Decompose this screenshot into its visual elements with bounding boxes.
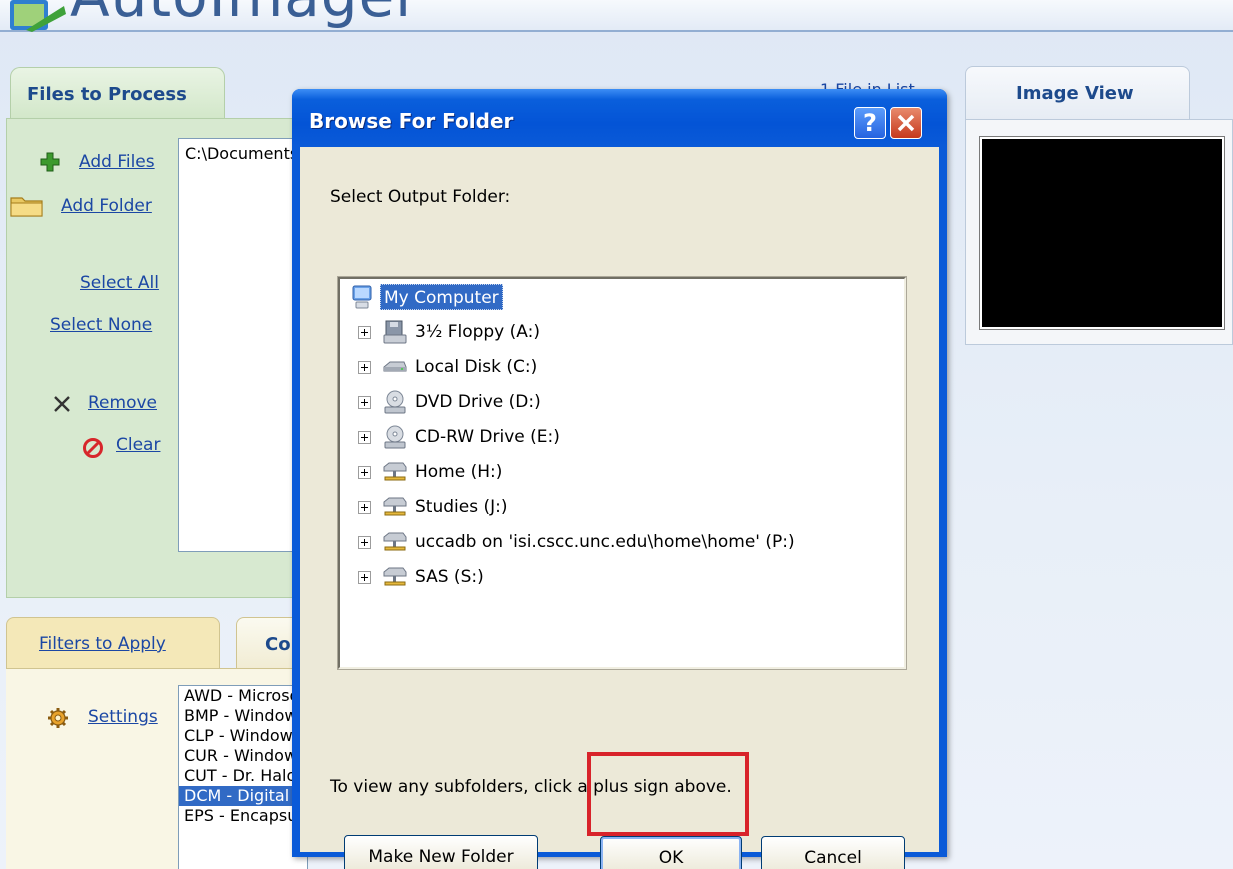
folder-tree[interactable]: My Computer 3½ Floppy (A:) Local Disk (C… [337,276,907,670]
dialog-title: Browse For Folder [309,109,514,133]
tree-item-label: Studies (J:) [415,497,508,517]
ok-button[interactable]: OK [600,836,742,869]
gear-icon [48,708,68,728]
add-folder-link[interactable]: Add Folder [61,196,152,216]
tab-image-view[interactable]: Image View [965,66,1190,120]
add-icon [40,152,60,172]
tab-image-view-label: Image View [1016,83,1134,104]
floppy-icon [383,320,407,344]
expand-plus-icon[interactable] [358,431,371,444]
app-header: AutoImager [0,0,1233,32]
expand-plus-icon[interactable] [358,571,371,584]
settings-link[interactable]: Settings [88,707,158,727]
clear-link[interactable]: Clear [116,435,160,455]
output-folder-prompt: Select Output Folder: [330,187,511,207]
expand-plus-icon[interactable] [358,326,371,339]
tree-item-label: SAS (S:) [415,567,484,587]
tab-filters-to-apply[interactable]: Filters to Apply [6,617,220,669]
network-drive-icon [383,532,407,551]
tree-item-uccadb[interactable]: uccadb on 'isi.cscc.unc.edu\home\home' (… [340,527,900,557]
network-drive-icon [383,462,407,481]
dialog-title-bar[interactable]: Browse For Folder ? [292,89,947,147]
add-files-link[interactable]: Add Files [79,152,155,172]
expand-plus-icon[interactable] [358,361,371,374]
tab-filters-label: Filters to Apply [39,634,166,654]
app-title: AutoImager [70,0,420,26]
close-icon [897,114,915,132]
cd-drive-icon [384,425,406,449]
list-item-selected[interactable]: DCM - Digital Imaging [179,786,307,806]
dialog-body: Select Output Folder: My Computer 3½ Flo… [300,147,939,869]
computer-icon [352,285,372,309]
ok-highlight-box [587,752,749,836]
select-all-link[interactable]: Select All [80,273,159,293]
tree-item-dvd-drive[interactable]: DVD Drive (D:) [340,387,900,417]
tree-item-home[interactable]: Home (H:) [340,457,900,487]
tree-item-label: DVD Drive (D:) [415,392,541,412]
make-new-folder-button[interactable]: Make New Folder [344,835,538,869]
hard-disk-icon [383,361,407,372]
help-button[interactable]: ? [854,107,886,139]
list-item[interactable]: AWD - Microsoft Fax [179,686,307,706]
folder-icon [10,197,43,217]
list-item[interactable]: C:\Documents and Settings [185,144,307,163]
app-logo-icon [10,0,66,32]
tree-item-cd-rw-drive[interactable]: CD-RW Drive (E:) [340,422,900,452]
network-drive-icon [383,567,407,586]
tree-root-label: My Computer [380,284,503,310]
list-item[interactable]: CLP - Windows Clipboard [179,726,307,746]
tree-item-studies[interactable]: Studies (J:) [340,492,900,522]
list-item[interactable]: BMP - Windows Bitmap [179,706,307,726]
tree-item-my-computer[interactable]: My Computer [350,282,503,312]
list-item[interactable]: CUR - Windows Cursor [179,746,307,766]
tab-files-to-process[interactable]: Files to Process [10,67,225,119]
tree-item-label: Home (H:) [415,462,503,482]
format-list[interactable]: AWD - Microsoft Fax BMP - Windows Bitmap… [178,685,308,869]
expand-plus-icon[interactable] [358,466,371,479]
network-drive-icon [383,497,407,516]
remove-icon [54,396,70,412]
tab-files-label: Files to Process [27,84,187,105]
clear-icon [83,438,103,458]
tree-item-sas[interactable]: SAS (S:) [340,562,900,592]
browse-for-folder-dialog: Browse For Folder ? Select Output Folder… [292,89,947,869]
tree-item-label: uccadb on 'isi.cscc.unc.edu\home\home' (… [415,532,795,552]
remove-link[interactable]: Remove [88,393,157,413]
close-button[interactable] [890,107,922,139]
expand-plus-icon[interactable] [358,501,371,514]
files-list[interactable]: C:\Documents and Settings [178,138,308,552]
image-preview [979,136,1225,330]
tree-item-label: Local Disk (C:) [415,357,538,377]
list-item[interactable]: CUT - Dr. Halo [179,766,307,786]
expand-plus-icon[interactable] [358,396,371,409]
tree-item-floppy[interactable]: 3½ Floppy (A:) [340,317,900,347]
tree-item-label: 3½ Floppy (A:) [415,322,540,342]
tree-item-local-disk[interactable]: Local Disk (C:) [340,352,900,382]
dvd-drive-icon [384,390,406,414]
select-none-link[interactable]: Select None [50,315,152,335]
list-item[interactable]: EPS - Encapsulated PostScript [179,806,307,826]
tree-item-label: CD-RW Drive (E:) [415,427,560,447]
expand-plus-icon[interactable] [358,536,371,549]
cancel-button[interactable]: Cancel [761,836,905,869]
